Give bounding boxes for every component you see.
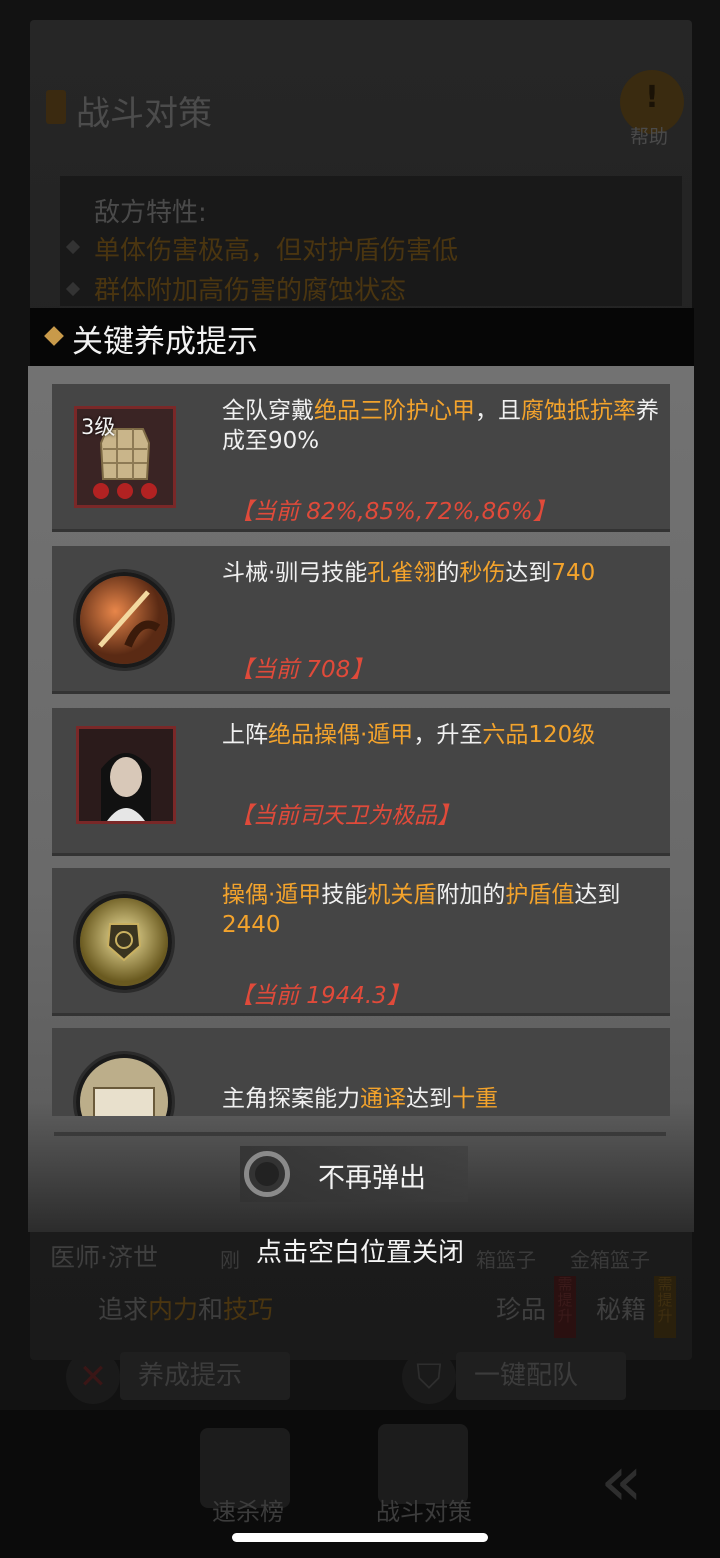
hint-segment: 上阵 bbox=[222, 722, 268, 748]
need-upgrade-tag: 需提升 bbox=[554, 1276, 576, 1338]
hint-list[interactable]: 3级 全队穿戴绝品三阶护心甲，且腐蚀抵抗率养成至90% 【当前 82%,85%,… bbox=[52, 384, 672, 1116]
highlight-text: 十重 bbox=[452, 1086, 498, 1112]
hint-segment: 斗械·驯弓技能 bbox=[222, 560, 368, 586]
hint-card[interactable]: 主角探案能力通译达到十重 bbox=[52, 1028, 670, 1116]
highlight-text: 腐蚀抵抗率 bbox=[521, 398, 636, 424]
current-value: 【当前 708】 bbox=[230, 657, 374, 683]
highlight-text: 六品120级 bbox=[482, 722, 596, 748]
highlight-text: 孔雀翎 bbox=[367, 560, 437, 586]
scroll-skill-icon bbox=[76, 1054, 172, 1116]
hint-segment: 达到 bbox=[406, 1086, 452, 1112]
current-value: 【当前 1944.3】 bbox=[230, 983, 410, 1009]
highlight-text: 护盾值 bbox=[505, 882, 575, 908]
title-decoration bbox=[46, 90, 66, 124]
treasure-label: 珍品 bbox=[496, 1295, 547, 1324]
mechanism-shield-skill-icon bbox=[76, 894, 172, 990]
current-value: 【当前 82%,85%,72%,86%】 bbox=[230, 499, 556, 525]
collapse-chevron-icon[interactable]: « bbox=[600, 1440, 643, 1522]
highlight-text: 740 bbox=[551, 560, 596, 586]
pursuit-text: 追求内力和技巧 bbox=[98, 1290, 273, 1326]
divider bbox=[54, 1132, 666, 1136]
hint-card[interactable]: 斗械·驯弓技能孔雀翎的秒伤达到740 【当前 708】 bbox=[52, 546, 670, 694]
hint-text: 上阵绝品操偶·遁甲，升至六品120级 bbox=[222, 720, 662, 750]
hint-text: 斗械·驯弓技能孔雀翎的秒伤达到740 bbox=[222, 558, 662, 588]
hint-segment: 主角探案能力 bbox=[222, 1086, 360, 1112]
hint-segment: ，且 bbox=[475, 398, 521, 424]
enemy-trait: 群体附加高伤害的腐蚀状态 bbox=[94, 276, 407, 306]
page-title: 战斗对策 bbox=[76, 94, 212, 134]
hint-card[interactable]: 3级 全队穿戴绝品三阶护心甲，且腐蚀抵抗率养成至90% 【当前 82%,85%,… bbox=[52, 384, 670, 532]
toggle-label: 不再弹出 bbox=[318, 1163, 426, 1194]
armor-icon: 3级 bbox=[74, 406, 176, 508]
current-value: 【当前司天卫为极品】 bbox=[230, 803, 460, 829]
diamond-icon bbox=[44, 326, 64, 346]
pursuit-a: 内力 bbox=[148, 1295, 199, 1324]
dont-show-again-toggle[interactable]: 不再弹出 bbox=[240, 1146, 468, 1202]
enemy-trait: 单体伤害极高，但对护盾伤害低 bbox=[94, 236, 459, 266]
pursuit-and: 和 bbox=[198, 1295, 224, 1324]
hint-segment: ，升至 bbox=[413, 722, 483, 748]
hint-card[interactable]: 上阵绝品操偶·遁甲，升至六品120级 【当前司天卫为极品】 bbox=[52, 708, 670, 856]
hint-text: 操偶·遁甲技能机关盾附加的护盾值达到 2440 bbox=[222, 880, 662, 940]
enemy-traits-title: 敌方特性: bbox=[94, 198, 207, 228]
need-upgrade-tag: 需提升 bbox=[654, 1276, 676, 1338]
one-click-team-button[interactable]: 一键配队 bbox=[456, 1352, 626, 1400]
radio-icon[interactable] bbox=[244, 1151, 290, 1197]
cultivation-hint-button[interactable]: 养成提示 bbox=[120, 1352, 290, 1400]
pursuit-b: 技巧 bbox=[223, 1295, 274, 1324]
peacock-feather-skill-icon bbox=[76, 572, 172, 668]
hint-card[interactable]: 操偶·遁甲技能机关盾附加的护盾值达到 2440 【当前 1944.3】 bbox=[52, 868, 670, 1016]
close-x-icon: ✕ bbox=[66, 1350, 120, 1404]
highlight-text: 绝品操偶·遁甲 bbox=[268, 722, 414, 748]
hint-segment: 附加的 bbox=[436, 882, 506, 908]
secret-book-label: 秘籍 bbox=[596, 1295, 647, 1324]
close-hint: 点击空白位置关闭 bbox=[255, 1238, 464, 1268]
character-portrait bbox=[76, 726, 176, 824]
level-badge: 3级 bbox=[81, 415, 116, 439]
hint-text: 全队穿戴绝品三阶护心甲，且腐蚀抵抗率养成至90% bbox=[222, 396, 662, 456]
hint-segment: 的 bbox=[436, 560, 460, 586]
highlight-text: 2440 bbox=[222, 912, 281, 938]
hint-segment: 全队穿戴 bbox=[222, 398, 314, 424]
highlight-text: 秒伤 bbox=[459, 560, 506, 586]
dialog-title: 关键养成提示 bbox=[72, 324, 258, 360]
dialog-header: 关键养成提示 bbox=[30, 308, 694, 366]
highlight-text: 绝品三阶护心甲 bbox=[314, 398, 475, 424]
shield-icon: ⛉ bbox=[402, 1350, 456, 1404]
highlight-text: 通译 bbox=[360, 1086, 406, 1112]
highlight-text: 机关盾 bbox=[367, 882, 437, 908]
nav-speed-kill[interactable]: 速杀榜 bbox=[212, 1492, 284, 1527]
highlight-text: 操偶·遁甲 bbox=[222, 882, 322, 908]
home-indicator[interactable] bbox=[232, 1533, 488, 1542]
nav-battle-strategy[interactable]: 战斗对策 bbox=[376, 1492, 472, 1527]
hint-text: 主角探案能力通译达到十重 bbox=[222, 1084, 662, 1114]
help-label: 帮助 bbox=[630, 126, 669, 148]
hint-segment: 达到 bbox=[505, 560, 552, 586]
pursuit-prefix: 追求 bbox=[98, 1295, 149, 1324]
hint-segment: 达到 bbox=[574, 882, 621, 908]
hint-segment: 技能 bbox=[321, 882, 368, 908]
